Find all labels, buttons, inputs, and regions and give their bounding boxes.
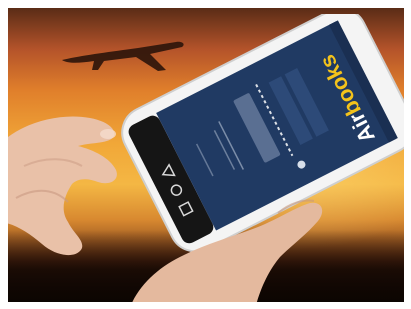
right-hand <box>132 199 323 302</box>
photo-frame: Airbooks <box>0 0 411 309</box>
photo-scene: Airbooks <box>8 8 404 302</box>
